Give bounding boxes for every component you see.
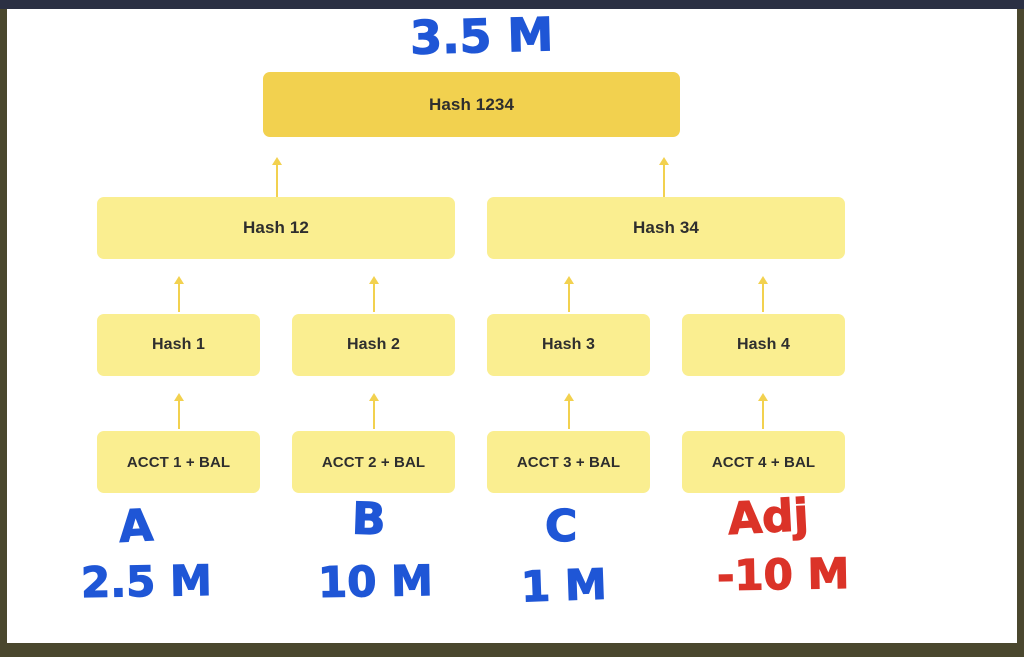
annotation-account-b-value: 10 M <box>317 555 434 607</box>
node-hash-34[interactable]: Hash 34 <box>487 197 845 259</box>
annotation-account-adj-value: -10 M <box>716 548 850 601</box>
annotation-account-c-letter: C <box>544 501 578 552</box>
arrow-acct1-to-hash1 <box>172 393 186 429</box>
annotation-account-a-value: 2.5 M <box>80 555 213 608</box>
arrow-acct4-to-hash4 <box>756 393 770 429</box>
node-hash-12[interactable]: Hash 12 <box>97 197 455 259</box>
annotation-account-a-letter: A <box>117 500 155 554</box>
screen-frame: 3.5 M Hash 1234 Hash 12 Hash 34 Hash 1 H… <box>0 0 1024 657</box>
browser-top-bar <box>0 0 1024 9</box>
node-acct-2[interactable]: ACCT 2 + BAL <box>292 431 455 493</box>
arrow-hash1-to-hash12 <box>172 276 186 312</box>
annotation-account-b-letter: B <box>351 493 388 546</box>
node-hash-2[interactable]: Hash 2 <box>292 314 455 376</box>
arrow-hash4-to-hash34 <box>756 276 770 312</box>
node-hash-3[interactable]: Hash 3 <box>487 314 650 376</box>
node-hash-1[interactable]: Hash 1 <box>97 314 260 376</box>
diagram-canvas: 3.5 M Hash 1234 Hash 12 Hash 34 Hash 1 H… <box>7 9 1017 643</box>
arrow-hash34-to-root <box>657 157 671 197</box>
node-acct-4[interactable]: ACCT 4 + BAL <box>682 431 845 493</box>
arrow-hash12-to-root <box>270 157 284 197</box>
annotation-account-adj-letter: Adj <box>726 489 810 546</box>
arrow-acct3-to-hash3 <box>562 393 576 429</box>
node-hash-4[interactable]: Hash 4 <box>682 314 845 376</box>
arrow-acct2-to-hash2 <box>367 393 381 429</box>
node-acct-3[interactable]: ACCT 3 + BAL <box>487 431 650 493</box>
arrow-hash2-to-hash12 <box>367 276 381 312</box>
annotation-root-total: 3.5 M <box>409 9 555 65</box>
annotation-account-c-value: 1 M <box>520 559 608 612</box>
arrow-hash3-to-hash34 <box>562 276 576 312</box>
node-acct-1[interactable]: ACCT 1 + BAL <box>97 431 260 493</box>
node-hash-1234[interactable]: Hash 1234 <box>263 72 680 137</box>
